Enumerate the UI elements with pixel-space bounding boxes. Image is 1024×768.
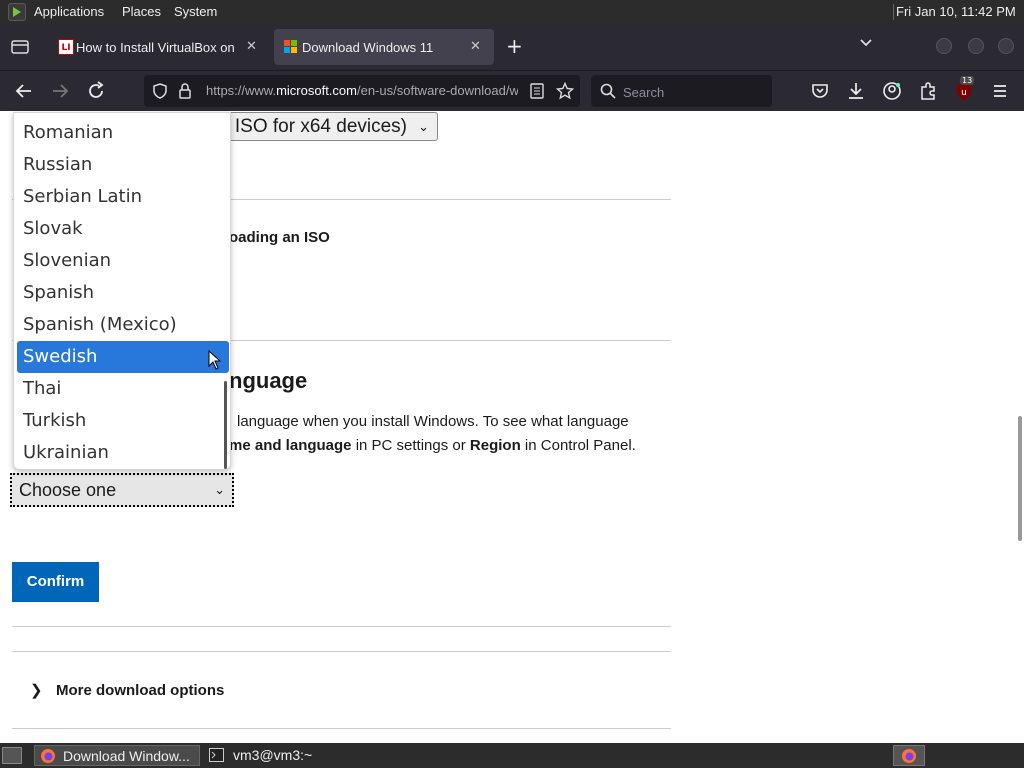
chevron-down-icon: ⌄ bbox=[418, 119, 429, 134]
new-tab-icon[interactable]: + bbox=[506, 36, 523, 56]
option-ukrainian[interactable]: Ukrainian bbox=[17, 437, 229, 469]
language-description-line2: me and language in PC settings or Region… bbox=[229, 437, 636, 454]
bottom-taskbar: Download Window... vm3@vm3:~ bbox=[0, 743, 1024, 768]
taskbar-item-terminal[interactable]: vm3@vm3:~ bbox=[205, 745, 370, 766]
menu-places[interactable]: Places bbox=[122, 4, 161, 19]
taskbar-item-firefox[interactable]: Download Window... bbox=[34, 745, 200, 766]
extensions-puzzle-icon[interactable] bbox=[917, 80, 939, 102]
clock[interactable]: Fri Jan 10, 11:42 PM bbox=[896, 4, 1024, 19]
iso-download-heading: oading an ISO bbox=[229, 229, 330, 246]
option-romanian[interactable]: Romanian bbox=[17, 117, 229, 149]
select-language-heading: nguage bbox=[229, 368, 308, 393]
chevron-right-icon[interactable]: ❯ bbox=[30, 681, 43, 699]
tab-title: How to Install VirtualBox on bbox=[76, 40, 235, 55]
close-tab-icon[interactable]: ✕ bbox=[246, 38, 257, 54]
firefox-view-icon[interactable] bbox=[11, 40, 29, 54]
divider bbox=[12, 651, 671, 652]
language-select-value: Choose one bbox=[19, 480, 117, 500]
account-icon[interactable] bbox=[881, 80, 903, 102]
close-window-icon[interactable] bbox=[998, 38, 1014, 54]
chevron-down-icon: ⌄ bbox=[214, 482, 225, 497]
menu-applications[interactable]: Applications bbox=[34, 4, 104, 19]
workspace-switcher[interactable] bbox=[893, 745, 925, 766]
option-russian[interactable]: Russian bbox=[17, 149, 229, 181]
tab-download-windows[interactable]: Download Windows 11 ✕ bbox=[274, 29, 494, 65]
close-tab-icon[interactable]: ✕ bbox=[470, 38, 481, 54]
mouse-pointer-icon bbox=[208, 350, 222, 370]
taskbar-item-label: Download Window... bbox=[63, 748, 190, 764]
option-turkish[interactable]: Turkish bbox=[17, 405, 229, 437]
reader-view-icon[interactable] bbox=[530, 83, 544, 99]
linuxiac-favicon-icon: LI bbox=[58, 39, 74, 55]
option-swedish[interactable]: Swedish bbox=[17, 341, 229, 373]
option-spanish[interactable]: Spanish bbox=[17, 277, 229, 309]
reload-icon[interactable] bbox=[85, 80, 107, 102]
hamburger-menu-icon[interactable] bbox=[989, 80, 1011, 102]
list-all-tabs-icon[interactable] bbox=[859, 38, 873, 48]
divider bbox=[12, 728, 671, 729]
tracking-shield-icon[interactable] bbox=[152, 83, 168, 99]
option-spanish-mexico[interactable]: Spanish (Mexico) bbox=[17, 309, 229, 341]
downloads-icon[interactable] bbox=[845, 80, 867, 102]
microsoft-favicon-icon bbox=[284, 40, 298, 54]
panel-separator bbox=[893, 4, 894, 20]
option-slovak[interactable]: Slovak bbox=[17, 213, 229, 245]
navigation-toolbar: https://www.microsoft.com/en-us/software… bbox=[0, 70, 1024, 111]
firefox-icon bbox=[41, 749, 55, 763]
more-download-options-toggle[interactable]: More download options bbox=[56, 682, 224, 699]
bookmark-star-icon[interactable] bbox=[556, 82, 574, 100]
svg-text:u: u bbox=[961, 88, 967, 98]
top-panel: Applications Places System Fri Jan 10, 1… bbox=[0, 0, 1024, 24]
tab-title: Download Windows 11 bbox=[302, 40, 434, 55]
option-slovenian[interactable]: Slovenian bbox=[17, 245, 229, 277]
url-bar[interactable]: https://www.microsoft.com/en-us/software… bbox=[144, 75, 580, 107]
maximize-window-icon[interactable] bbox=[968, 38, 984, 54]
search-bar[interactable] bbox=[591, 75, 772, 107]
confirm-button[interactable]: Confirm bbox=[12, 562, 99, 602]
lock-icon[interactable] bbox=[178, 82, 192, 100]
firefox-icon bbox=[902, 749, 916, 763]
terminal-icon bbox=[209, 748, 224, 762]
applications-logo-icon[interactable] bbox=[8, 3, 26, 21]
option-serbian-latin[interactable]: Serbian Latin bbox=[17, 181, 229, 213]
forward-arrow-icon[interactable] bbox=[49, 80, 71, 102]
language-select[interactable]: Choose one ⌄ bbox=[10, 473, 234, 507]
pocket-icon[interactable] bbox=[809, 80, 831, 102]
menu-system[interactable]: System bbox=[174, 4, 217, 19]
back-arrow-icon[interactable] bbox=[13, 80, 35, 102]
tab-strip: LI How to Install VirtualBox on ✕ Downlo… bbox=[0, 24, 1024, 70]
language-description-line1: language when you install Windows. To se… bbox=[237, 413, 629, 430]
language-dropdown-list[interactable]: Romanian Russian Serbian Latin Slovak Sl… bbox=[13, 112, 231, 470]
show-desktop-icon[interactable] bbox=[2, 747, 22, 764]
edition-select-value: n ISO for x64 devices) bbox=[219, 116, 407, 137]
url-text[interactable]: https://www.microsoft.com/en-us/software… bbox=[206, 83, 518, 98]
dropdown-scrollbar[interactable] bbox=[224, 381, 227, 469]
divider bbox=[12, 626, 671, 627]
tab-virtualbox-guide[interactable]: LI How to Install VirtualBox on ✕ bbox=[48, 29, 266, 65]
minimize-window-icon[interactable] bbox=[936, 38, 952, 54]
page-scrollbar[interactable] bbox=[1018, 416, 1022, 541]
ublock-count-badge: 13 bbox=[960, 76, 975, 85]
option-thai[interactable]: Thai bbox=[17, 373, 229, 405]
taskbar-item-label: vm3@vm3:~ bbox=[233, 747, 313, 763]
search-input[interactable] bbox=[621, 81, 765, 103]
search-icon bbox=[600, 83, 616, 99]
